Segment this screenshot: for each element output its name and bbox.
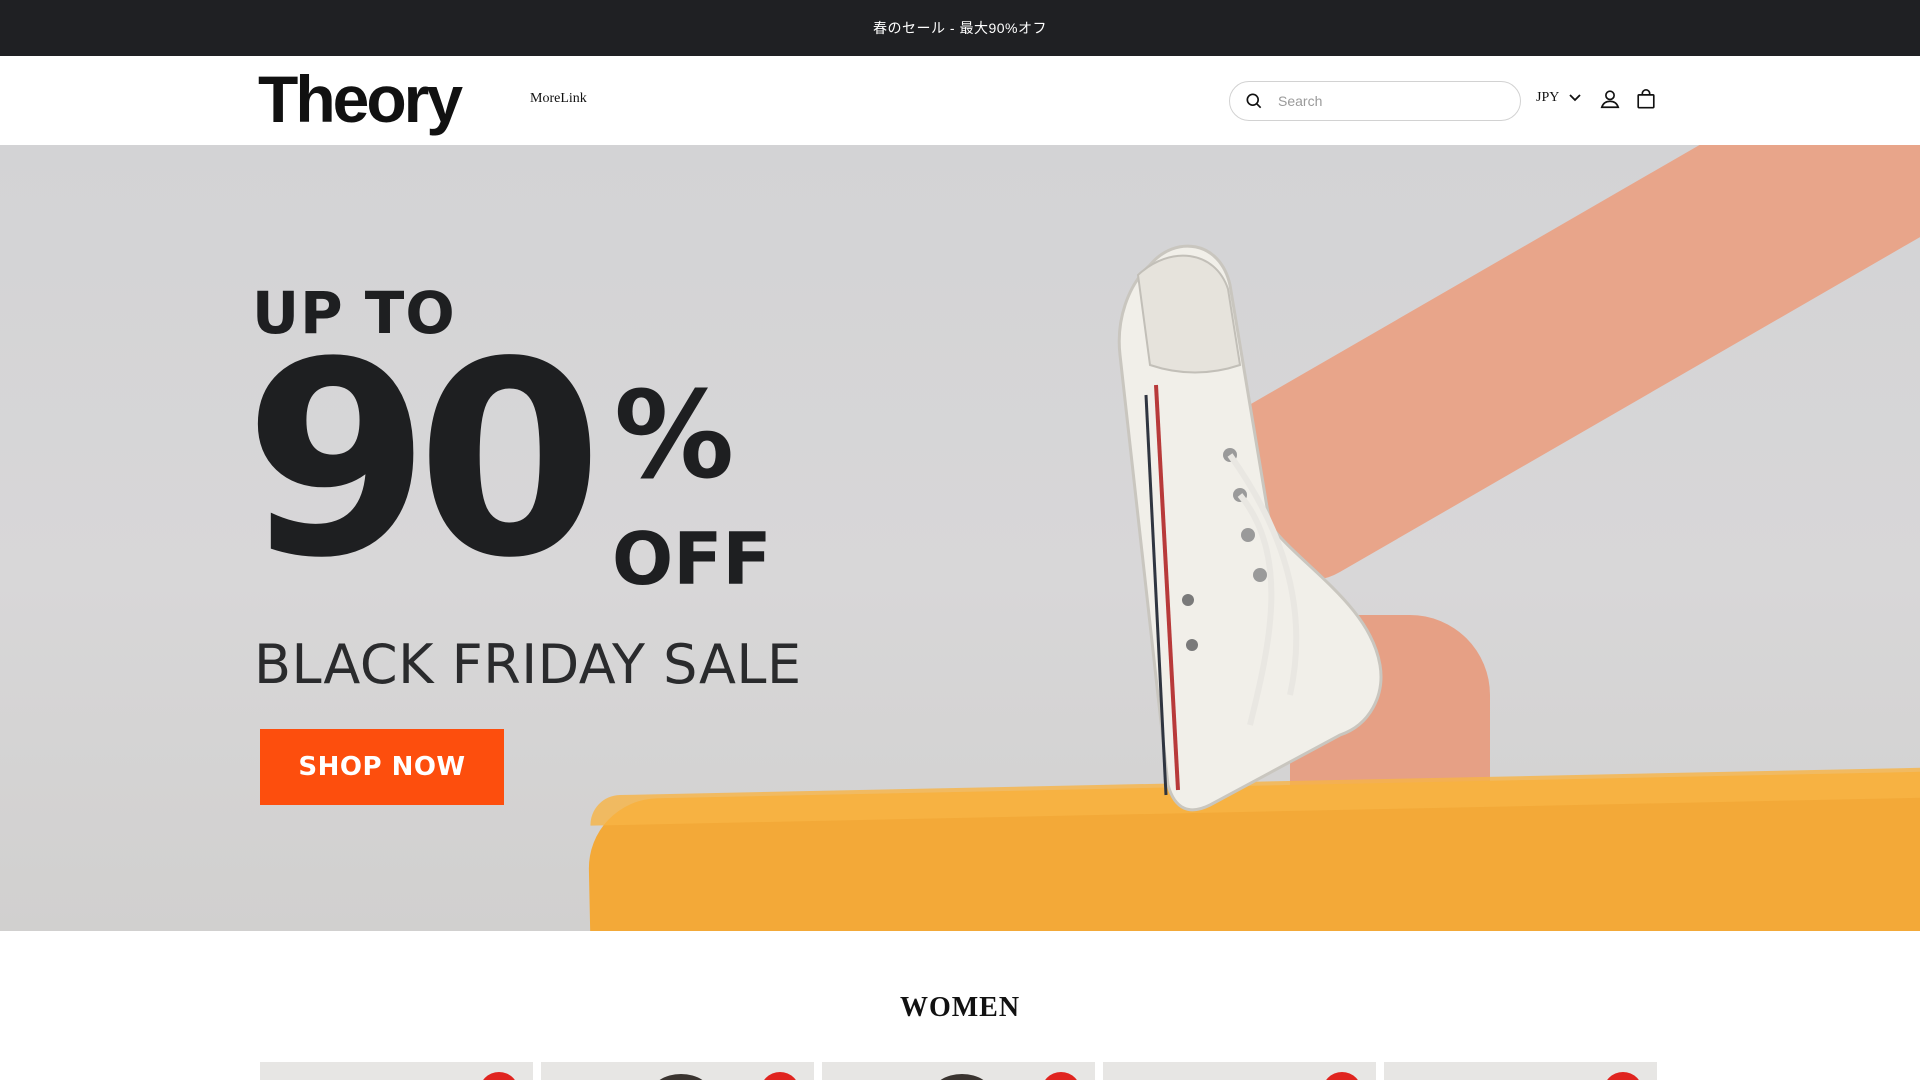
sale-badge (1322, 1072, 1362, 1080)
hero-percent-sign: % (614, 367, 735, 506)
product-image (932, 1074, 992, 1080)
hero-discount-number: 90 (244, 305, 603, 617)
announcement-text: 春のセール - 最大90%オフ (873, 20, 1047, 36)
product-card[interactable] (822, 1062, 1095, 1080)
site-header: Theory MoreLink JPY (0, 56, 1920, 145)
shop-now-button[interactable]: SHOP NOW (260, 729, 504, 805)
product-card[interactable] (541, 1062, 814, 1080)
chevron-down-icon (1569, 94, 1581, 102)
hero-off-label: OFF (612, 517, 772, 601)
hero-banner[interactable]: UP TO 90 % OFF BLACK FRIDAY SALE SHOP NO… (0, 145, 1920, 931)
brand-logo[interactable]: Theory (258, 66, 463, 132)
sale-badge (760, 1072, 800, 1080)
product-card[interactable] (1384, 1062, 1657, 1080)
search-box[interactable] (1229, 81, 1521, 121)
sale-badge (479, 1072, 519, 1080)
search-input[interactable] (1278, 93, 1498, 109)
sale-badge (1603, 1072, 1643, 1080)
product-grid (260, 1062, 1657, 1080)
shopping-bag-icon[interactable] (1635, 88, 1657, 110)
product-image (651, 1074, 711, 1080)
section-title-women: WOMEN (899, 992, 1021, 1023)
account-icon[interactable] (1599, 88, 1621, 110)
currency-selector[interactable]: JPY (1536, 90, 1581, 106)
nav-more-link[interactable]: MoreLink (530, 91, 587, 107)
hero-subtitle: BLACK FRIDAY SALE (254, 633, 802, 696)
product-card[interactable] (1103, 1062, 1376, 1080)
currency-label: JPY (1536, 90, 1560, 105)
product-card[interactable] (260, 1062, 533, 1080)
sale-badge (1041, 1072, 1081, 1080)
announcement-bar: 春のセール - 最大90%オフ (0, 0, 1920, 56)
search-icon[interactable] (1244, 91, 1264, 111)
sneaker-graphic (1117, 244, 1383, 812)
